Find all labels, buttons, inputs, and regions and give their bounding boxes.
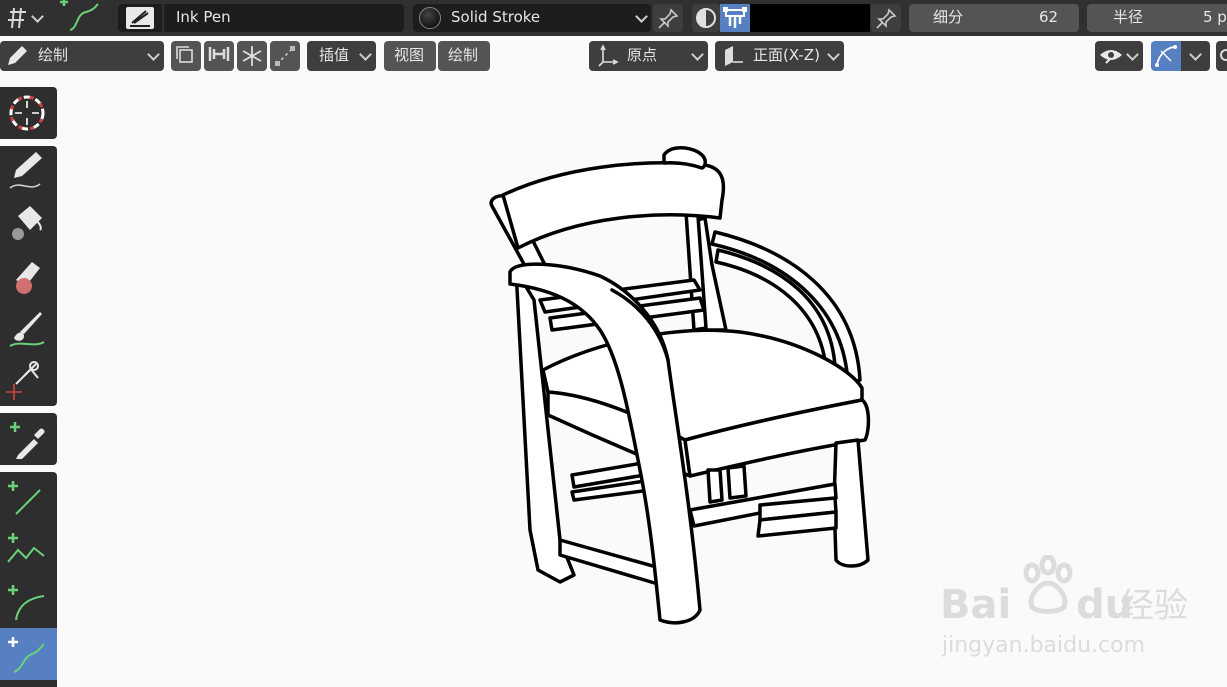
material-field[interactable]: Solid Stroke — [413, 4, 651, 32]
line-tool[interactable] — [0, 472, 57, 524]
arc-icon — [8, 585, 45, 621]
toolbar-group-primitives — [0, 472, 57, 687]
eye-icon — [1100, 50, 1122, 64]
paw-logo-icon — [1023, 555, 1073, 614]
weight-icon — [208, 47, 230, 61]
view-menu[interactable]: 视图 — [384, 41, 436, 71]
material-sphere-icon — [419, 7, 441, 29]
view-menu-label: 视图 — [394, 46, 425, 64]
pencil-draw-icon — [9, 152, 42, 189]
curve-tool[interactable] — [0, 628, 57, 680]
draw-tool[interactable] — [0, 146, 57, 198]
tint-tool[interactable] — [0, 302, 57, 354]
multiframe-button[interactable] — [171, 41, 201, 71]
cursor-icon — [9, 95, 45, 131]
draw-menu[interactable]: 绘制 — [438, 41, 490, 71]
vertex-color-button[interactable] — [720, 4, 750, 32]
radius-label: 半径 — [1113, 8, 1144, 26]
color-mode-button[interactable] — [692, 4, 720, 32]
eyedropper-tool[interactable] — [0, 413, 57, 465]
chevron-down-icon — [1189, 48, 1202, 61]
subdivision-label: 细分 — [933, 8, 964, 26]
orientation-label: 正面(X-Z) — [753, 46, 820, 64]
frames-icon — [176, 46, 193, 63]
mode-dropdown[interactable]: 绘制 — [0, 41, 164, 71]
orientation-dropdown[interactable]: 正面(X-Z) — [715, 41, 844, 71]
pin-color-button[interactable] — [871, 4, 901, 32]
stroke-color-swatch[interactable] — [750, 4, 870, 32]
chevron-down-icon — [359, 48, 372, 61]
lasso-button[interactable] — [270, 41, 300, 71]
brush-field[interactable]: Ink Pen — [118, 4, 404, 32]
curve-gizmo-icon — [1155, 45, 1177, 67]
circle-icon — [1220, 49, 1227, 61]
eraser-icon — [16, 262, 40, 294]
brush-name: Ink Pen — [176, 8, 231, 26]
baidu-watermark: Bai du 经验 jingyan.baidu.com — [940, 555, 1188, 665]
toolbar-group-paint — [0, 146, 57, 406]
line-icon — [8, 481, 41, 515]
subdivision-field[interactable]: 细分 62 — [909, 4, 1079, 32]
draw-menu-label: 绘制 — [448, 46, 479, 64]
brush-tint-icon — [9, 312, 45, 347]
chevron-down-icon — [691, 48, 704, 61]
brush-preview — [126, 7, 154, 29]
curve-icon — [8, 637, 45, 673]
chevron-down-icon — [1126, 48, 1139, 61]
radius-field[interactable]: 半径 5 p — [1087, 4, 1227, 32]
watermark-brand-cn: 经验 — [1120, 586, 1188, 626]
gizmo-toggle-button[interactable] — [1151, 41, 1181, 71]
toolbar-group-eyedropper — [0, 413, 57, 465]
chevron-down-icon — [31, 10, 44, 23]
grid-icon — [8, 7, 26, 29]
fill-tool[interactable] — [0, 198, 57, 250]
pencil-icon — [8, 46, 27, 65]
snowflake-icon — [242, 46, 262, 66]
interpolate-label: 插值 — [319, 46, 350, 64]
chevron-down-icon — [827, 48, 840, 61]
pin-icon — [876, 8, 897, 29]
watermark-brand-left: Bai — [940, 582, 1012, 628]
material-name: Solid Stroke — [451, 8, 541, 26]
visibility-dropdown[interactable] — [1095, 41, 1143, 71]
radius-value: 5 p — [1203, 8, 1227, 26]
cutter-tool[interactable] — [0, 354, 57, 406]
viewport-header: 绘制 插值 视图 绘制 原点 正面(X-Z) — [0, 36, 1227, 76]
pin-icon — [658, 8, 679, 29]
paint-bucket-icon — [12, 206, 42, 240]
overlay-button[interactable] — [1216, 41, 1227, 71]
scissors-cut-icon — [6, 361, 39, 400]
pen-brush-icon — [130, 10, 150, 27]
plane-icon — [725, 46, 743, 66]
tool-settings-header: Ink Pen Solid Stroke 细分 62 半径 5 p — [0, 0, 1227, 36]
watermark-url: jingyan.baidu.com — [942, 633, 1146, 658]
frost-button[interactable] — [237, 41, 267, 71]
subdivision-value: 62 — [1039, 8, 1059, 26]
curve-tool-icon[interactable] — [56, 0, 102, 36]
origin-label: 原点 — [627, 46, 658, 64]
chevron-down-icon — [147, 48, 160, 61]
origin-axes-icon — [598, 44, 619, 67]
arc-tool[interactable] — [0, 576, 57, 628]
erase-tool[interactable] — [0, 250, 57, 302]
polyline-icon — [7, 533, 45, 563]
chevron-down-icon — [635, 10, 648, 23]
vertex-paint-icon — [723, 7, 747, 28]
dashed-lasso-icon — [275, 46, 295, 66]
half-circle-icon — [696, 8, 716, 28]
toolbar-group-cursor — [0, 87, 57, 139]
cursor-tool[interactable] — [0, 87, 57, 139]
pin-material-button[interactable] — [653, 4, 683, 32]
polyline-tool[interactable] — [0, 524, 57, 576]
weight-button[interactable] — [204, 41, 234, 71]
interpolate-dropdown[interactable]: 插值 — [307, 41, 376, 71]
eyedropper-icon — [10, 422, 45, 459]
gizmo-dropdown[interactable] — [1181, 41, 1210, 71]
origin-dropdown[interactable]: 原点 — [589, 41, 708, 71]
snap-menu-button[interactable] — [2, 4, 46, 32]
mode-label: 绘制 — [38, 46, 69, 64]
